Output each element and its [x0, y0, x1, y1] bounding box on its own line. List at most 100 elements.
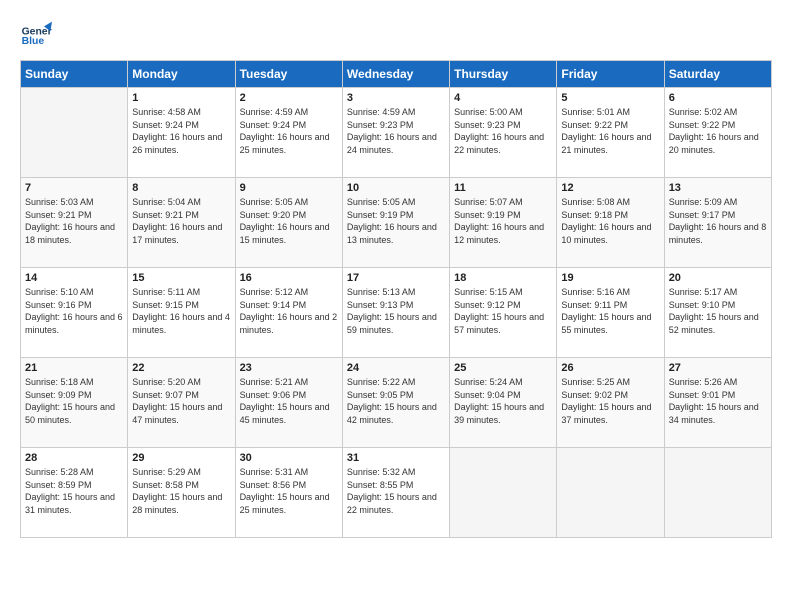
day-number: 1 [132, 92, 230, 104]
calendar-cell: 9 Sunrise: 5:05 AMSunset: 9:20 PMDaylight… [235, 178, 342, 268]
calendar-cell: 25Sunrise: 5:24 AMSunset: 9:04 PMDayligh… [450, 358, 557, 448]
calendar-cell: 30Sunrise: 5:31 AMSunset: 8:56 PMDayligh… [235, 448, 342, 538]
day-info: Sunrise: 5:18 AMSunset: 9:09 PMDaylight:… [25, 376, 123, 426]
calendar-cell: 22Sunrise: 5:20 AMSunset: 9:07 PMDayligh… [128, 358, 235, 448]
day-number: 14 [25, 272, 123, 284]
calendar-cell: 18 Sunrise: 5:15 AMSunset: 9:12 PMDayligh… [450, 268, 557, 358]
day-info: Sunrise: 5:24 AMSunset: 9:04 PMDaylight:… [454, 376, 552, 426]
calendar-cell [557, 448, 664, 538]
calendar-cell: 17 Sunrise: 5:13 AMSunset: 9:13 PMDayligh… [342, 268, 449, 358]
day-info: Sunrise: 5:16 AMSunset: 9:11 PMDaylight:… [561, 286, 659, 336]
day-info: Sunrise: 5:02 AMSunset: 9:22 PMDaylight:… [669, 106, 767, 156]
day-number: 23 [240, 362, 338, 374]
calendar-cell: 6 Sunrise: 5:02 AMSunset: 9:22 PMDaylight… [664, 88, 771, 178]
calendar-header-row: SundayMondayTuesdayWednesdayThursdayFrid… [21, 61, 772, 88]
day-info: Sunrise: 5:00 AMSunset: 9:23 PMDaylight:… [454, 106, 552, 156]
calendar-cell: 23Sunrise: 5:21 AMSunset: 9:06 PMDayligh… [235, 358, 342, 448]
day-info: Sunrise: 5:22 AMSunset: 9:05 PMDaylight:… [347, 376, 445, 426]
day-number: 13 [669, 182, 767, 194]
calendar-cell: 11Sunrise: 5:07 AMSunset: 9:19 PMDayligh… [450, 178, 557, 268]
day-info: Sunrise: 5:09 AMSunset: 9:17 PMDaylight:… [669, 196, 767, 246]
calendar-cell [664, 448, 771, 538]
day-info: Sunrise: 5:04 AMSunset: 9:21 PMDaylight:… [132, 196, 230, 246]
calendar-cell [450, 448, 557, 538]
calendar-cell: 3 Sunrise: 4:59 AMSunset: 9:23 PMDaylight… [342, 88, 449, 178]
day-info: Sunrise: 4:59 AMSunset: 9:24 PMDaylight:… [240, 106, 338, 156]
day-info: Sunrise: 5:07 AMSunset: 9:19 PMDaylight:… [454, 196, 552, 246]
day-number: 31 [347, 452, 445, 464]
calendar-cell: 19 Sunrise: 5:16 AMSunset: 9:11 PMDayligh… [557, 268, 664, 358]
day-number: 2 [240, 92, 338, 104]
calendar-week-row: 14 Sunrise: 5:10 AMSunset: 9:16 PMDayligh… [21, 268, 772, 358]
day-number: 4 [454, 92, 552, 104]
day-info: Sunrise: 5:11 AMSunset: 9:15 PMDaylight:… [132, 286, 230, 336]
day-number: 3 [347, 92, 445, 104]
day-info: Sunrise: 5:29 AMSunset: 8:58 PMDaylight:… [132, 466, 230, 516]
day-number: 12 [561, 182, 659, 194]
calendar-cell: 31 Sunrise: 5:32 AMSunset: 8:55 PMDayligh… [342, 448, 449, 538]
calendar-cell: 28 Sunrise: 5:28 AMSunset: 8:59 PMDayligh… [21, 448, 128, 538]
calendar-cell: 15Sunrise: 5:11 AMSunset: 9:15 PMDayligh… [128, 268, 235, 358]
calendar-cell: 4 Sunrise: 5:00 AMSunset: 9:23 PMDaylight… [450, 88, 557, 178]
day-header-thursday: Thursday [450, 61, 557, 88]
day-info: Sunrise: 5:05 AMSunset: 9:19 PMDaylight:… [347, 196, 445, 246]
day-number: 8 [132, 182, 230, 194]
day-info: Sunrise: 5:13 AMSunset: 9:13 PMDaylight:… [347, 286, 445, 336]
day-info: Sunrise: 5:28 AMSunset: 8:59 PMDaylight:… [25, 466, 123, 516]
day-number: 28 [25, 452, 123, 464]
calendar-table: SundayMondayTuesdayWednesdayThursdayFrid… [20, 60, 772, 538]
calendar-cell: 29 Sunrise: 5:29 AMSunset: 8:58 PMDayligh… [128, 448, 235, 538]
day-info: Sunrise: 5:10 AMSunset: 9:16 PMDaylight:… [25, 286, 123, 336]
calendar-cell: 16 Sunrise: 5:12 AMSunset: 9:14 PMDayligh… [235, 268, 342, 358]
logo-icon: General Blue [20, 20, 52, 52]
day-info: Sunrise: 4:59 AMSunset: 9:23 PMDaylight:… [347, 106, 445, 156]
calendar-cell: 8 Sunrise: 5:04 AMSunset: 9:21 PMDaylight… [128, 178, 235, 268]
day-info: Sunrise: 5:32 AMSunset: 8:55 PMDaylight:… [347, 466, 445, 516]
calendar-cell: 20Sunrise: 5:17 AMSunset: 9:10 PMDayligh… [664, 268, 771, 358]
day-header-wednesday: Wednesday [342, 61, 449, 88]
day-number: 30 [240, 452, 338, 464]
day-info: Sunrise: 5:26 AMSunset: 9:01 PMDaylight:… [669, 376, 767, 426]
calendar-week-row: 28 Sunrise: 5:28 AMSunset: 8:59 PMDayligh… [21, 448, 772, 538]
day-number: 18 [454, 272, 552, 284]
day-number: 29 [132, 452, 230, 464]
calendar-cell: 13 Sunrise: 5:09 AMSunset: 9:17 PMDayligh… [664, 178, 771, 268]
calendar-cell: 12 Sunrise: 5:08 AMSunset: 9:18 PMDayligh… [557, 178, 664, 268]
day-info: Sunrise: 5:03 AMSunset: 9:21 PMDaylight:… [25, 196, 123, 246]
calendar-cell: 10 Sunrise: 5:05 AMSunset: 9:19 PMDayligh… [342, 178, 449, 268]
day-number: 9 [240, 182, 338, 194]
day-info: Sunrise: 5:12 AMSunset: 9:14 PMDaylight:… [240, 286, 338, 336]
day-number: 27 [669, 362, 767, 374]
calendar-cell: 26 Sunrise: 5:25 AMSunset: 9:02 PMDayligh… [557, 358, 664, 448]
day-header-tuesday: Tuesday [235, 61, 342, 88]
calendar-week-row: 7 Sunrise: 5:03 AMSunset: 9:21 PMDaylight… [21, 178, 772, 268]
day-number: 22 [132, 362, 230, 374]
day-number: 7 [25, 182, 123, 194]
svg-text:Blue: Blue [22, 36, 45, 47]
calendar-cell: 27 Sunrise: 5:26 AMSunset: 9:01 PMDayligh… [664, 358, 771, 448]
day-number: 26 [561, 362, 659, 374]
calendar-cell: 5 Sunrise: 5:01 AMSunset: 9:22 PMDaylight… [557, 88, 664, 178]
calendar-cell: 1Sunrise: 4:58 AMSunset: 9:24 PMDaylight… [128, 88, 235, 178]
day-info: Sunrise: 5:25 AMSunset: 9:02 PMDaylight:… [561, 376, 659, 426]
logo: General Blue [20, 20, 52, 52]
calendar-cell: 21 Sunrise: 5:18 AMSunset: 9:09 PMDayligh… [21, 358, 128, 448]
day-info: Sunrise: 5:08 AMSunset: 9:18 PMDaylight:… [561, 196, 659, 246]
page-header: General Blue [20, 20, 772, 52]
calendar-week-row: 1Sunrise: 4:58 AMSunset: 9:24 PMDaylight… [21, 88, 772, 178]
day-number: 6 [669, 92, 767, 104]
day-info: Sunrise: 5:05 AMSunset: 9:20 PMDaylight:… [240, 196, 338, 246]
day-number: 19 [561, 272, 659, 284]
day-info: Sunrise: 5:15 AMSunset: 9:12 PMDaylight:… [454, 286, 552, 336]
day-number: 17 [347, 272, 445, 284]
day-number: 5 [561, 92, 659, 104]
day-number: 21 [25, 362, 123, 374]
day-info: Sunrise: 5:01 AMSunset: 9:22 PMDaylight:… [561, 106, 659, 156]
day-number: 16 [240, 272, 338, 284]
calendar-week-row: 21 Sunrise: 5:18 AMSunset: 9:09 PMDayligh… [21, 358, 772, 448]
day-header-monday: Monday [128, 61, 235, 88]
day-header-sunday: Sunday [21, 61, 128, 88]
day-info: Sunrise: 5:17 AMSunset: 9:10 PMDaylight:… [669, 286, 767, 336]
day-number: 10 [347, 182, 445, 194]
calendar-cell: 2 Sunrise: 4:59 AMSunset: 9:24 PMDaylight… [235, 88, 342, 178]
